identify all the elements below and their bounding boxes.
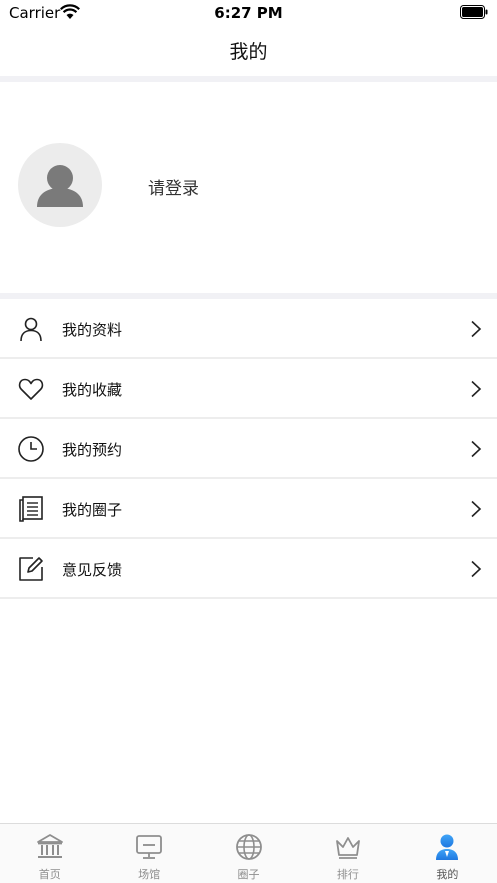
menu-item-profile[interactable]: 我的资料 <box>0 299 497 359</box>
tab-circles[interactable]: 圈子 <box>199 824 298 883</box>
menu-label: 意见反馈 <box>62 561 123 579</box>
login-prompt[interactable]: 请登录 <box>148 174 199 199</box>
menu-label: 我的圈子 <box>62 501 123 519</box>
chevron-right-icon <box>471 320 482 338</box>
person-icon <box>20 317 42 342</box>
monitor-icon <box>136 835 163 859</box>
tab-venues[interactable]: 场馆 <box>99 824 198 883</box>
page-title: 我的 <box>229 41 268 63</box>
menu-item-reservations[interactable]: 我的预约 <box>0 419 497 479</box>
status-time: 6:27 PM <box>214 4 283 22</box>
status-bar: Carrier 6:27 PM <box>0 0 497 26</box>
tab-ranking[interactable]: 排行 <box>298 824 397 883</box>
user-icon <box>436 834 459 860</box>
menu-label: 我的资料 <box>62 321 123 339</box>
crown-icon <box>336 837 360 859</box>
tab-label: 排行 <box>336 868 359 881</box>
chevron-right-icon <box>471 500 482 518</box>
chevron-right-icon <box>471 440 482 458</box>
tab-label: 我的 <box>436 868 459 881</box>
chevron-right-icon <box>471 380 482 398</box>
tab-bar: 首页 场馆 圈子 排行 我的 <box>0 823 497 883</box>
heart-icon <box>18 378 44 400</box>
menu-label: 我的预约 <box>62 441 123 459</box>
tab-mine[interactable]: 我的 <box>398 824 497 883</box>
profile-section[interactable]: 请登录 <box>0 82 497 293</box>
edit-icon <box>19 557 43 581</box>
menu-label: 我的收藏 <box>62 381 123 399</box>
menu-item-feedback[interactable]: 意见反馈 <box>0 539 497 599</box>
tab-label: 圈子 <box>237 868 260 881</box>
chevron-right-icon <box>471 560 482 578</box>
navigation-bar: 我的 <box>0 26 497 76</box>
globe-icon <box>235 834 262 860</box>
menu-list: 我的资料 我的收藏 我的预约 我的圈子 意见反馈 <box>0 299 497 599</box>
menu-item-circles[interactable]: 我的圈子 <box>0 479 497 539</box>
tab-label: 场馆 <box>138 868 161 881</box>
bank-icon <box>36 834 63 858</box>
notebook-icon <box>19 496 43 522</box>
battery-icon <box>460 5 488 19</box>
avatar[interactable] <box>18 143 102 227</box>
default-avatar-icon <box>37 165 83 207</box>
tab-home[interactable]: 首页 <box>0 824 99 883</box>
menu-item-favorites[interactable]: 我的收藏 <box>0 359 497 419</box>
tab-label: 首页 <box>38 868 61 881</box>
clock-icon <box>18 436 44 462</box>
